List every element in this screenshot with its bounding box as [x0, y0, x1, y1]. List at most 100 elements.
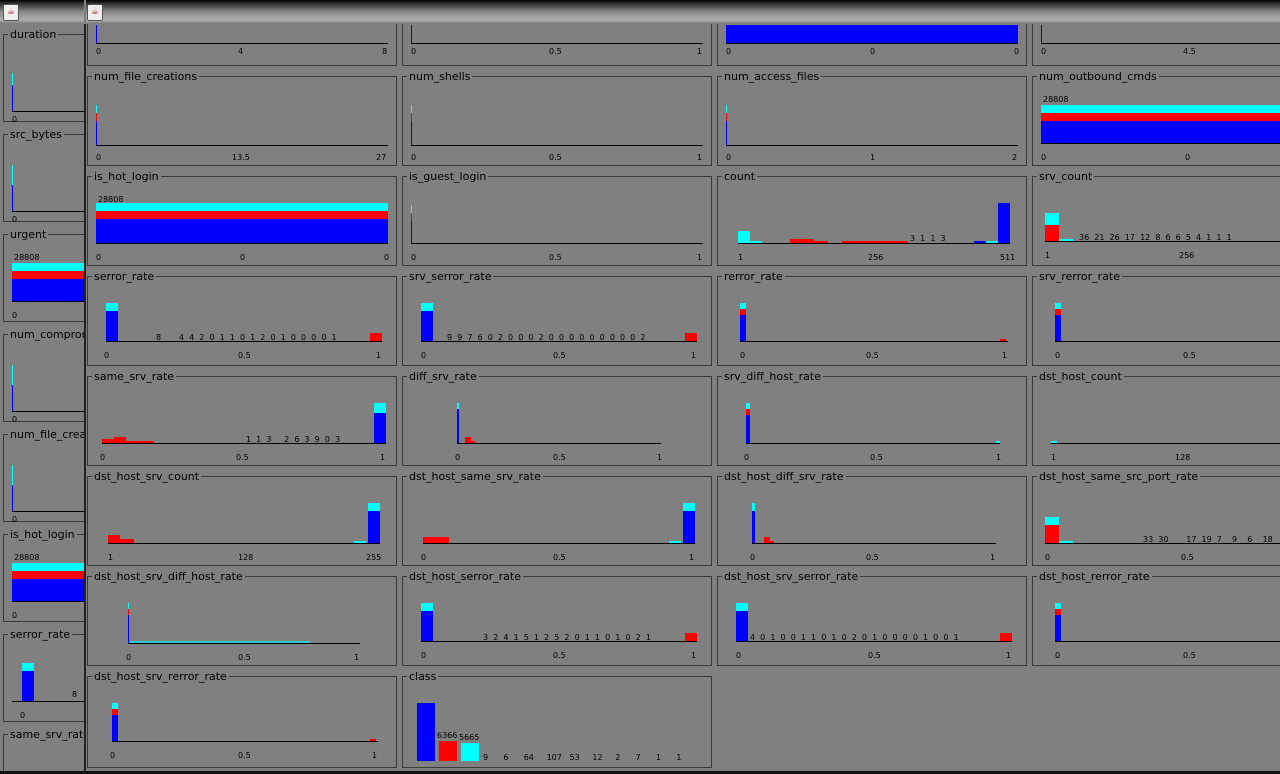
window-titlebar-left[interactable]: ☕: [0, 0, 84, 24]
histogram-bar: [683, 511, 695, 543]
histogram-bar: [1041, 25, 1042, 43]
histogram-bar: [411, 25, 412, 43]
histogram-num-outbound-cmds: num_outbound_cmds 28808 0 0: [1032, 70, 1280, 166]
histogram-panel: 0 4 8: [87, 24, 397, 66]
histogram-bar: [96, 203, 388, 211]
tick-label: 13.5: [232, 153, 250, 162]
x-axis: [96, 145, 388, 146]
histogram-bar: [738, 231, 750, 243]
tick-label: 0.5: [549, 47, 562, 56]
count-label: 8: [72, 690, 78, 699]
tick-label: 0: [870, 47, 876, 56]
tick-label: 0: [96, 153, 102, 162]
tick-label: 4: [238, 47, 244, 56]
tick-label: 0: [1045, 553, 1051, 562]
histogram-srv-diff-host-rate: srv_diff_host_rate 0 0.5 1: [717, 370, 1027, 466]
tick-label: 128: [238, 553, 254, 562]
tick-label: 0: [421, 553, 427, 562]
bin-counts: 3 1 1 3: [910, 234, 946, 243]
histogram-bar: [439, 741, 457, 761]
tick-label: 0.5: [238, 653, 251, 662]
histogram-class: class 6366 5665 9 6 64 107 53 12 2 7 1 1: [402, 670, 712, 768]
histogram-bar: [421, 611, 433, 641]
x-axis: [421, 341, 697, 342]
tick-label: 1: [657, 453, 663, 462]
histogram-bar: [12, 579, 84, 601]
tick-label: 0: [1185, 153, 1191, 162]
histogram-bar: [108, 535, 120, 543]
tick-label: 1: [380, 453, 386, 462]
histogram-panel: 0 0 0: [717, 24, 1027, 66]
tick-label: 0: [12, 415, 18, 424]
histogram-dst-host-same-srv-rate: dst_host_same_srv_rate 0 0.5 1: [402, 470, 712, 566]
histogram-srv-rerror-rate: srv_rerror_rate 0 0.5: [1032, 270, 1280, 366]
x-axis: [12, 601, 84, 602]
x-axis: [102, 443, 386, 444]
panel-title: dst_host_srv_count: [92, 470, 202, 483]
panel-title: srv_serror_rate: [407, 270, 494, 283]
tick-label: 1: [376, 351, 382, 360]
histogram-diff-srv-rate: diff_srv_rate 0 0.5 1: [402, 370, 712, 466]
x-axis: [423, 543, 695, 544]
window-titlebar-main[interactable]: ☕: [86, 0, 1280, 24]
histogram-bar: [726, 121, 727, 145]
tick-label: 0.5: [549, 253, 562, 262]
tick-label: 0.5: [236, 453, 249, 462]
histogram-bar: [1045, 225, 1059, 241]
tick-label: 0: [726, 153, 732, 162]
histogram-bar: [998, 203, 1010, 243]
histogram-bar: [1041, 113, 1280, 121]
histogram-bar: [411, 121, 412, 145]
panel-title: dst_host_diff_srv_rate: [722, 470, 846, 483]
histogram-bar: [12, 73, 13, 85]
bin-counts: 9 6 64 107 53 12 2 7 1 1: [483, 753, 682, 762]
histogram-bar: [752, 503, 755, 511]
tick-label: 0: [12, 215, 18, 224]
main-histogram-window: 0 4 8 0 0.5 1 0 0 0 0 4.5 num_file_creat…: [86, 24, 1280, 774]
tick-label: 1: [689, 553, 695, 562]
tick-label: 0: [240, 253, 246, 262]
histogram-bar: [1045, 517, 1059, 525]
histogram-bar: [683, 503, 695, 511]
tick-label: 0.5: [549, 153, 562, 162]
histogram-bar: [1041, 121, 1280, 143]
x-axis: [411, 43, 703, 44]
histogram-bar: [374, 403, 386, 413]
tick-label: 0.5: [553, 651, 566, 660]
x-axis: [1041, 43, 1280, 44]
histogram-bar: [128, 615, 129, 643]
panel-title: dst_host_same_src_port_rate: [1037, 470, 1201, 483]
tick-label: 1: [1002, 351, 1008, 360]
histogram-srv-serror-rate: srv_serror_rate 9 9 7 6 0 2 0 0 0 2 0 0 …: [402, 270, 712, 366]
histogram-bar: [370, 333, 382, 341]
histogram-num-access-files: num_access_files 0 1 2: [717, 70, 1027, 166]
x-axis: [738, 243, 1010, 244]
histogram-serror-rate: serror_rate 8 4 4 2 0 1 1 0 1 2 0 1 0 0 …: [87, 270, 397, 366]
histogram-bar: [411, 205, 412, 213]
count-label: 28808: [1043, 95, 1069, 104]
left-histogram-window: duration 0 src_bytes 0 urgent 28808 0 nu…: [0, 24, 86, 774]
histogram-num-file-creations: num_file_creations 0 13.5 27: [87, 70, 397, 166]
histogram-panel: 0 4.5: [1032, 24, 1280, 66]
x-axis: [128, 643, 360, 644]
histogram-bar: [96, 219, 388, 243]
histogram-bar: [368, 511, 380, 543]
histogram-src-bytes: src_bytes 0: [3, 128, 84, 224]
histogram-bar: [685, 333, 697, 341]
histogram-srv-count: srv_count 36 21 26 17 12 8 6 6 5 4 1 1 1…: [1032, 170, 1280, 266]
panel-title: num_compromi: [8, 328, 84, 341]
tick-label: 0: [411, 153, 417, 162]
histogram-dst-host-srv-serror-rate: dst_host_srv_serror_rate 4 0 1 0 0 1 1 0…: [717, 570, 1027, 666]
tick-label: 0: [100, 453, 106, 462]
panel-title: urgent: [8, 228, 49, 241]
tick-label: 0: [726, 47, 732, 56]
tick-label: 0: [455, 453, 461, 462]
tick-label: 1: [697, 47, 703, 56]
histogram-bar: [96, 105, 97, 113]
tick-label: 0.5: [868, 651, 881, 660]
histogram-bar: [12, 465, 13, 485]
histogram-bar: [726, 105, 727, 113]
histogram-bar: [411, 105, 412, 113]
histogram-bar: [726, 113, 727, 121]
tick-label: 0: [421, 651, 427, 660]
